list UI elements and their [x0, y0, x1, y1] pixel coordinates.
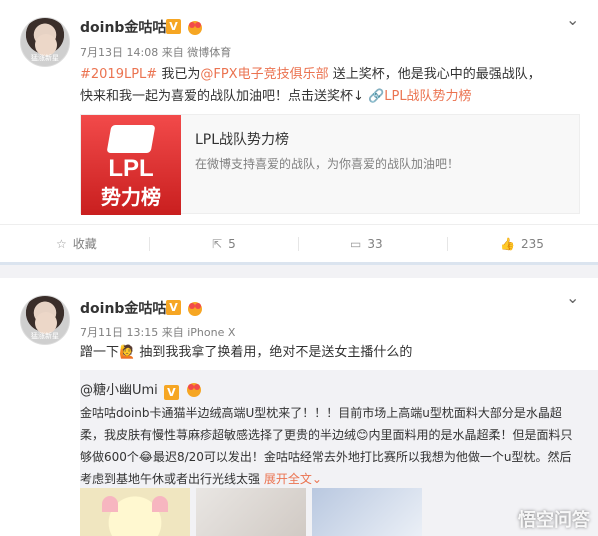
repost-line-2: 柔，我皮肤有慢性荨麻疹超敏感选择了更贵的半边绒 [80, 428, 357, 442]
verified-v-icon: V [166, 19, 181, 34]
post-text-part1: 我已为 [157, 67, 201, 82]
hashtag-link[interactable]: #2019LPL# [80, 67, 157, 82]
repost-text: 金咕咕doinb卡通猫半边绒高端U型枕来了！！！目前市场上高端u型枕面料大部分是… [80, 402, 590, 490]
watermark-text: 悟空问答 [518, 510, 590, 531]
card-title: LPL战队势力榜 [195, 132, 290, 148]
post-username[interactable]: doinb金咕咕 [80, 17, 166, 37]
card-description: 在微博支持喜爱的战队，为你喜爱的战队加油吧！ [195, 157, 460, 171]
lpl-card-thumbnail: LPL 势力榜 [81, 115, 181, 215]
post-source[interactable]: iPhone X [187, 326, 235, 339]
post-source[interactable]: 微博体育 [187, 46, 231, 59]
post-menu-chevron-icon[interactable]: ⌄ [566, 288, 579, 307]
repost-author-name: @糖小幽Umi [80, 383, 158, 398]
watermark: 悟空问答 [518, 506, 590, 532]
repost-image-1[interactable] [80, 488, 190, 536]
member-crown-icon [188, 21, 202, 35]
post-text-part2: 送上奖杯，他是我心中的最强战队， [328, 67, 541, 82]
post-text-a: 蹭一下 [80, 345, 120, 360]
expand-label: 展开全文 [263, 472, 312, 486]
repost-line-2b: 内里面料用的是水晶超柔！但是面料只 [368, 428, 573, 442]
expand-full-text-link[interactable]: 展开全文⌄ [264, 472, 322, 486]
link-card[interactable]: LPL 势力榜 LPL战队势力榜 在微博支持喜爱的战队，为你喜爱的战队加油吧！ [80, 114, 580, 215]
divider [298, 237, 299, 251]
post-source-prefix: 来自 [161, 326, 184, 339]
avatar-caption: 猛涨新星 [31, 54, 59, 62]
repost-image-3[interactable] [312, 488, 422, 536]
collect-button[interactable]: ☆ 收藏 [56, 225, 97, 263]
star-icon: ☆ [56, 237, 67, 251]
repost-image-2[interactable] [196, 488, 306, 536]
repost-line-3a: 够做600个 [80, 450, 139, 464]
comment-count: 33 [367, 237, 383, 251]
repost-line-3b: 最迟8/20可以发出！金咕咕经常去外地打比赛所以我想为他做一个u型枕。然后 [152, 450, 572, 464]
lpl-ranking-link[interactable]: 🔗LPL战队势力榜 [368, 89, 472, 104]
like-count: 235 [520, 237, 544, 251]
collect-label: 收藏 [72, 237, 97, 251]
member-crown-icon [188, 302, 202, 316]
repost-author[interactable]: @糖小幽Umi V [80, 378, 202, 400]
post-text: #2019LPL# 我已为@FPX电子竞技俱乐部 送上奖杯，他是我心中的最强战队… [80, 64, 590, 108]
user-avatar[interactable]: 猛涨新星 [20, 295, 70, 345]
post-source-prefix: 来自 [161, 46, 184, 59]
post-menu-chevron-icon[interactable]: ⌄ [566, 10, 579, 29]
repost-icon: ⇱ [212, 237, 223, 251]
mention-link[interactable]: @FPX电子竞技俱乐部 [200, 67, 328, 82]
repost-count: 5 [228, 237, 236, 251]
comment-icon: ▭ [350, 237, 362, 251]
thumb-text-bottom: 势力榜 [101, 185, 161, 209]
repost-line-4: 考虑到基地午休或者出行光线太强 [80, 472, 261, 486]
verified-v-icon: V [166, 300, 181, 315]
post-text-line2: 快来和我一起为喜爱的战队加油吧！点击送奖杯↓ [80, 89, 364, 104]
lpl-ranking-link-text: LPL战队势力榜 [384, 89, 472, 104]
repost-button[interactable]: ⇱ 5 [212, 225, 236, 263]
chevron-down-icon: ⌄ [311, 472, 322, 486]
thumb-text-top: LPL [108, 155, 154, 182]
avatar-caption: 猛涨新星 [31, 332, 59, 340]
verified-v-icon: V [163, 385, 179, 400]
cat-ear-shape [102, 496, 118, 512]
comment-button[interactable]: ▭ 33 [350, 225, 383, 263]
post-username[interactable]: doinb金咕咕 [80, 298, 166, 318]
cat-ear-shape [152, 496, 168, 512]
post-text-b: 抽到我我拿了换着用，绝对不是送女主播什么的 [135, 345, 413, 360]
link-icon: 🔗 [368, 89, 385, 104]
smile-emoji-icon: 😊 [356, 428, 369, 442]
laugh-emoji-icon: 😂 [138, 450, 153, 464]
divider [447, 237, 448, 251]
lpl-logo-icon [106, 125, 156, 153]
post-time[interactable]: 7月11日 13:15 [80, 326, 158, 339]
post-actions-bar: ☆ 收藏 ⇱ 5 ▭ 33 👍 235 [0, 224, 598, 262]
raise-hand-emoji-icon: 🙋 [119, 345, 136, 360]
weibo-post-1: 猛涨新星 doinb金咕咕 V ⌄ 7月13日 14:08 来自 微博体育 #2… [0, 0, 598, 262]
weibo-post-2: 猛涨新星 doinb金咕咕 V ⌄ 7月11日 13:15 来自 iPhone … [0, 278, 598, 536]
member-crown-icon [187, 383, 202, 397]
divider [149, 237, 150, 251]
post-meta: 7月13日 14:08 来自 微博体育 [80, 44, 231, 60]
repost-line-1: 金咕咕doinb卡通猫半边绒高端U型枕来了！！！目前市场上高端u型枕面料大部分是… [80, 406, 562, 420]
feed-divider [0, 262, 598, 278]
post-time[interactable]: 7月13日 14:08 [80, 46, 158, 59]
user-avatar[interactable]: 猛涨新星 [20, 17, 70, 67]
post-text: 蹭一下🙋 抽到我我拿了换着用，绝对不是送女主播什么的 [80, 342, 590, 364]
like-button[interactable]: 👍 235 [500, 225, 544, 263]
thumbs-up-icon: 👍 [500, 237, 515, 251]
post-meta: 7月11日 13:15 来自 iPhone X [80, 324, 235, 340]
